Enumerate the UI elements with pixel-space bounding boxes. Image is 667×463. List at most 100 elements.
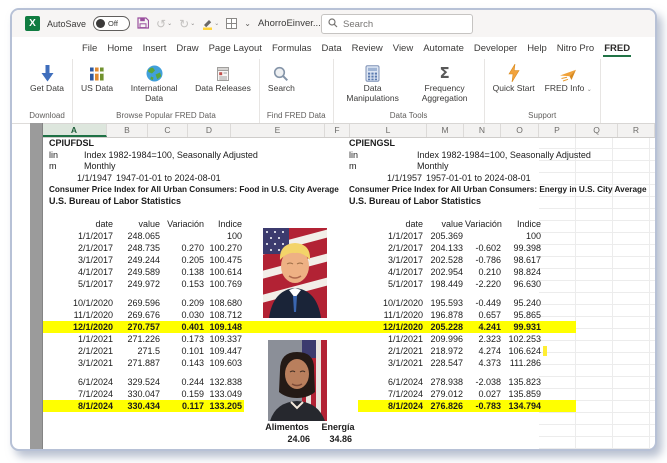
table-row[interactable]: 1/1/2017205.369100 xyxy=(358,230,543,242)
table-cell[interactable]: 100 xyxy=(503,230,543,242)
table-cell[interactable]: 4/1/2017 xyxy=(358,266,425,278)
table-cell[interactable]: 109.603 xyxy=(206,357,244,369)
table-cell[interactable]: 279.012 xyxy=(425,388,465,400)
row-header-strip[interactable] xyxy=(30,123,43,449)
save-icon[interactable] xyxy=(137,17,149,31)
frequency-energy[interactable]: Monthly xyxy=(417,161,449,173)
table-cell[interactable]: 7/1/2024 xyxy=(43,388,115,400)
data-manipulations-button[interactable]: Data Manipulations xyxy=(337,61,409,109)
table-cell[interactable]: 6/1/2024 xyxy=(43,376,115,388)
table-cell[interactable]: 109.148 xyxy=(206,321,244,333)
col-header-D[interactable]: D xyxy=(188,124,231,137)
table-cell[interactable]: 6/1/2024 xyxy=(358,376,425,388)
table-row[interactable]: 10/1/2020269.5960.209108.680 xyxy=(43,297,244,309)
tab-data[interactable]: Data xyxy=(321,40,343,57)
col-header-B[interactable]: B xyxy=(107,124,148,137)
redo-button[interactable]: ↻⌄ xyxy=(179,18,195,30)
fred-info-button[interactable]: FRED Info ⌄ xyxy=(540,61,597,109)
table-cell[interactable]: 2/1/2021 xyxy=(358,345,425,357)
table-cell[interactable]: 202.528 xyxy=(425,254,465,266)
table-cell[interactable]: 2.323 xyxy=(465,333,503,345)
table-cell[interactable]: -0.786 xyxy=(465,254,503,266)
borders-grid-icon[interactable] xyxy=(226,18,237,29)
tab-file[interactable]: File xyxy=(81,40,98,57)
table-cell[interactable]: 278.938 xyxy=(425,376,465,388)
table-cell[interactable]: 209.996 xyxy=(425,333,465,345)
table-cell[interactable]: 1/1/2021 xyxy=(43,333,115,345)
table-cell[interactable]: 8/1/2024 xyxy=(358,400,425,412)
fred-search-button[interactable]: Search xyxy=(263,61,300,109)
cell-lin-energy[interactable]: lin xyxy=(349,150,358,162)
table-cell[interactable]: 133.049 xyxy=(206,388,244,400)
table-cell[interactable]: 0.138 xyxy=(162,266,206,278)
series-id-energy[interactable]: CPIENGSL xyxy=(349,138,395,150)
table-cell[interactable]: 271.226 xyxy=(115,333,162,345)
units-energy[interactable]: Index 1982-1984=100, Seasonally Adjusted xyxy=(417,150,591,162)
table-cell[interactable]: 100.475 xyxy=(206,254,244,266)
col-header-L[interactable]: L xyxy=(350,124,427,137)
document-title[interactable]: AhorroEinver... xyxy=(258,18,321,29)
table-cell[interactable]: 111.286 xyxy=(503,357,543,369)
table-cell[interactable]: 330.047 xyxy=(115,388,162,400)
source-food[interactable]: U.S. Bureau of Labor Statistics xyxy=(49,196,181,208)
get-data-button[interactable]: Get Data xyxy=(25,61,69,109)
table-cell[interactable]: -2.220 xyxy=(465,278,503,290)
units-food[interactable]: Index 1982-1984=100, Seasonally Adjusted xyxy=(84,150,258,162)
table-cell[interactable]: 2/1/2021 xyxy=(43,345,115,357)
table-cell[interactable]: 330.434 xyxy=(115,400,162,412)
data-releases-button[interactable]: Data Releases xyxy=(190,61,256,109)
table-cell[interactable]: -0.602 xyxy=(465,242,503,254)
table-cell[interactable]: 135.823 xyxy=(503,376,543,388)
table-cell[interactable]: 3/1/2017 xyxy=(43,254,115,266)
table-cell[interactable]: 276.826 xyxy=(425,400,465,412)
tab-view[interactable]: View xyxy=(392,40,414,57)
table-cell[interactable]: 109.337 xyxy=(206,333,244,345)
cell-m-food[interactable]: m xyxy=(49,161,57,173)
us-data-button[interactable]: US Data xyxy=(76,61,118,109)
tab-page-layout[interactable]: Page Layout xyxy=(208,40,263,57)
table-cell[interactable]: 218.972 xyxy=(425,345,465,357)
table-cell[interactable]: 249.244 xyxy=(115,254,162,266)
table-cell[interactable]: 96.630 xyxy=(503,278,543,290)
table-row[interactable]: 8/1/2024276.826-0.783134.794 xyxy=(358,400,543,412)
col-header-R[interactable]: R xyxy=(618,124,655,137)
table-cell[interactable]: 0.210 xyxy=(465,266,503,278)
table-row[interactable]: 6/1/2024278.938-2.038135.823 xyxy=(358,376,543,388)
table-cell[interactable]: 3/1/2017 xyxy=(358,254,425,266)
col-header-O[interactable]: O xyxy=(501,124,539,137)
table-cell[interactable]: 3/1/2021 xyxy=(43,357,115,369)
tab-formulas[interactable]: Formulas xyxy=(271,40,313,57)
table-cell[interactable]: 0.030 xyxy=(162,309,206,321)
table-cell[interactable]: 99.398 xyxy=(503,242,543,254)
table-cell[interactable]: 98.824 xyxy=(503,266,543,278)
table-row[interactable]: 11/1/2020269.6760.030108.712 xyxy=(43,309,244,321)
table-cell[interactable]: 269.596 xyxy=(115,297,162,309)
energy-data-table[interactable]: datevalueVariaciónIndice1/1/2017205.3691… xyxy=(358,218,543,412)
table-cell[interactable]: 2/1/2017 xyxy=(358,242,425,254)
table-cell[interactable]: 100.270 xyxy=(206,242,244,254)
table-row[interactable]: 7/1/2024330.0470.159133.049 xyxy=(43,388,244,400)
col-header-E[interactable]: E xyxy=(231,124,325,137)
series-title-food[interactable]: Consumer Price Index for All Urban Consu… xyxy=(49,184,339,196)
table-row[interactable]: 3/1/2017249.2440.205100.475 xyxy=(43,254,244,266)
table-header-row[interactable]: datevalueVariaciónIndice xyxy=(43,218,244,230)
table-cell[interactable]: 0.101 xyxy=(162,345,206,357)
table-row[interactable]: 1/1/2021209.9962.323102.253 xyxy=(358,333,543,345)
table-cell[interactable]: 3/1/2021 xyxy=(358,357,425,369)
tab-automate[interactable]: Automate xyxy=(422,40,465,57)
table-cell[interactable]: 2/1/2017 xyxy=(43,242,115,254)
table-cell[interactable]: 108.712 xyxy=(206,309,244,321)
col-header-Q[interactable]: Q xyxy=(576,124,618,137)
search-input[interactable]: Search xyxy=(321,14,473,34)
quick-start-button[interactable]: Quick Start xyxy=(488,61,540,109)
table-row[interactable]: 2/1/2017248.7350.270100.270 xyxy=(43,242,244,254)
col-header-A[interactable]: A xyxy=(42,124,107,137)
table-row[interactable]: 3/1/2017202.528-0.78698.617 xyxy=(358,254,543,266)
table-cell[interactable]: 109.447 xyxy=(206,345,244,357)
table-cell[interactable]: 228.547 xyxy=(425,357,465,369)
frequency-aggregation-button[interactable]: Σ Frequency Aggregation xyxy=(409,61,481,109)
table-cell[interactable]: 269.676 xyxy=(115,309,162,321)
table-row[interactable]: 12/1/2020270.7570.401109.148 xyxy=(43,321,244,333)
table-cell[interactable]: value xyxy=(425,218,465,230)
table-cell[interactable]: date xyxy=(358,218,425,230)
